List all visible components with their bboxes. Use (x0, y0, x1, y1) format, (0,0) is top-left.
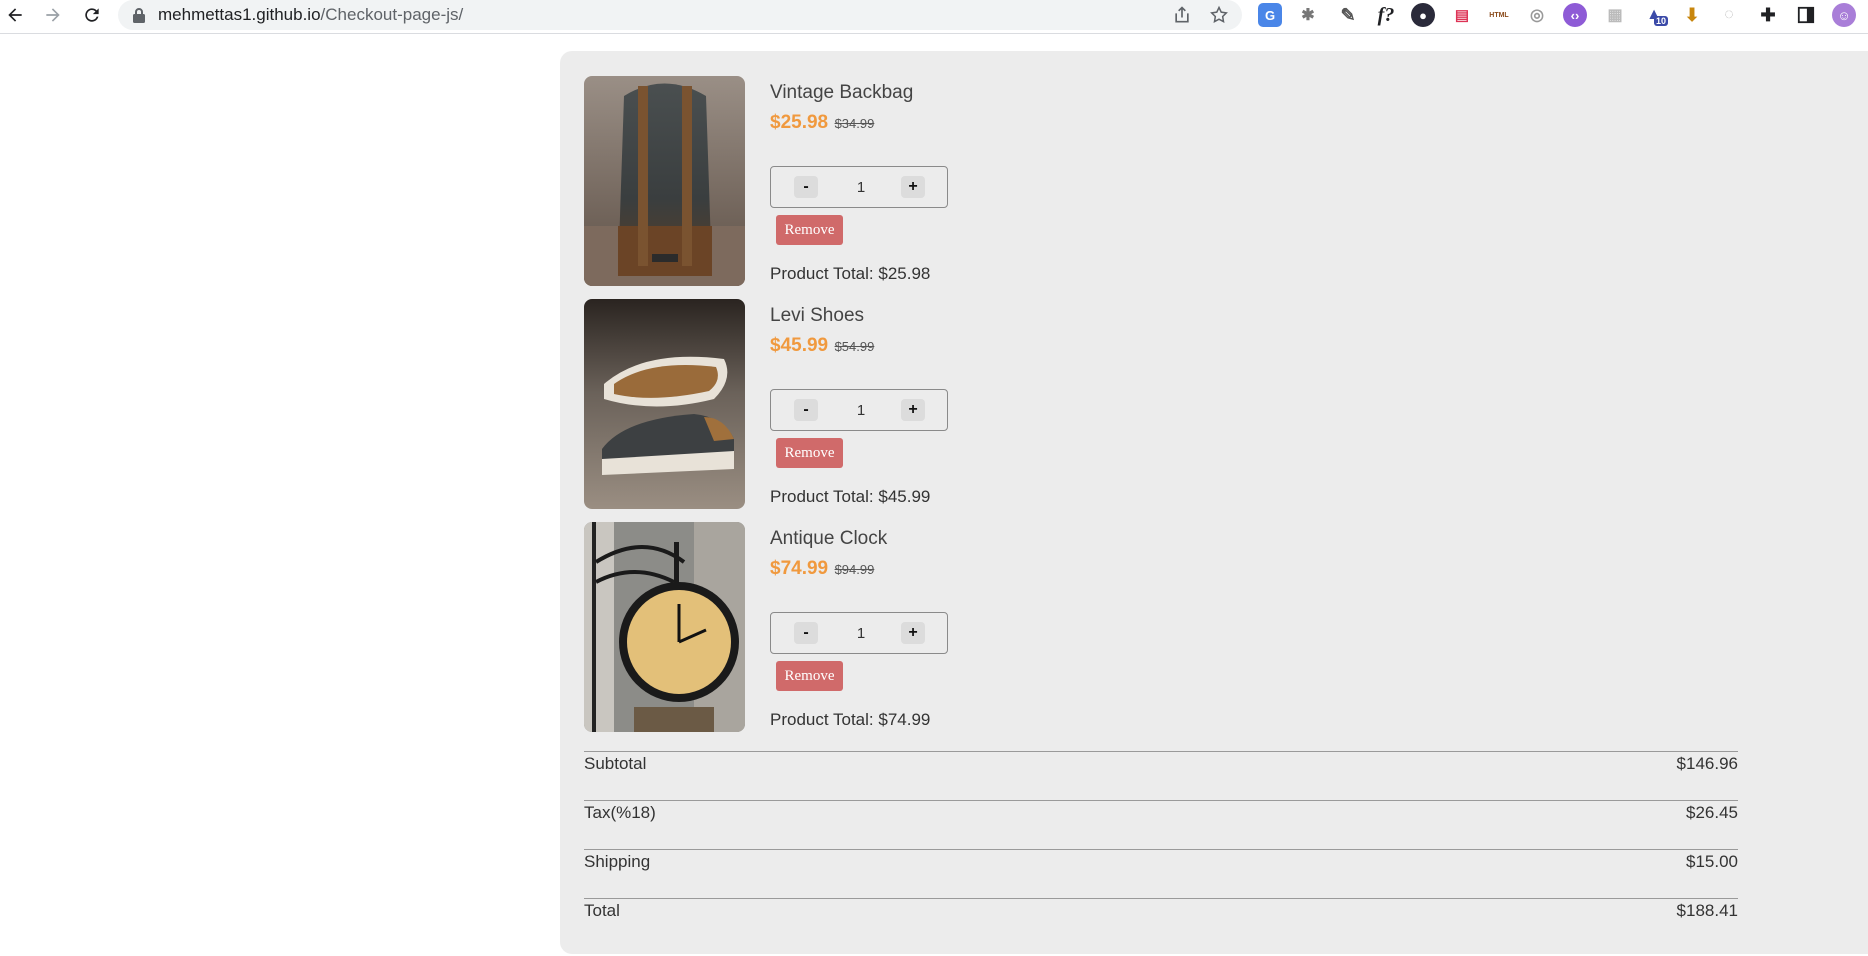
compass-extension-icon[interactable]: ◎ (1525, 3, 1549, 27)
profile-avatar-icon[interactable]: ☺ (1832, 3, 1856, 27)
product-price: $45.99 (770, 335, 829, 356)
decrease-quantity-button[interactable]: - (794, 399, 818, 421)
subtotal-value: $146.96 (1676, 754, 1738, 773)
decrease-quantity-button[interactable]: - (794, 176, 818, 198)
address-bar[interactable]: mehmettas1.github.io/Checkout-page-js/ (118, 0, 1242, 30)
subtotal-label: Subtotal (584, 754, 647, 773)
share-icon[interactable] (1172, 5, 1192, 25)
forward-arrow-icon[interactable] (40, 2, 66, 28)
increase-quantity-button[interactable]: + (901, 622, 925, 644)
side-panel-icon[interactable] (1794, 3, 1818, 27)
ninja-extension-icon[interactable]: ● (1411, 3, 1435, 27)
tax-row: Tax(%18) $26.45 (584, 800, 1738, 848)
font-finder-extension-icon[interactable]: f? (1374, 3, 1398, 27)
download-extension-icon[interactable]: ⬇ (1680, 3, 1704, 27)
price-row: $74.99 $94.99 (770, 558, 874, 580)
product-total: Product Total: $25.98 (770, 264, 931, 283)
translate-extension-icon[interactable]: G (1258, 3, 1282, 27)
total-label: Total (584, 901, 620, 920)
product-card: Vintage Backbag $25.98 $34.99 - 1 + Remo… (584, 76, 1384, 288)
shipping-value: $15.00 (1686, 852, 1738, 871)
product-name: Levi Shoes (770, 305, 865, 326)
total-value: $188.41 (1676, 901, 1738, 920)
tax-value: $26.45 (1686, 803, 1738, 822)
quantity-value: 1 (856, 179, 866, 196)
html-extension-label: HTML (1489, 11, 1509, 19)
reload-icon[interactable] (79, 2, 105, 28)
quantity-stepper: - 1 + (770, 389, 948, 431)
product-price: $74.99 (770, 558, 829, 579)
url-path: /Checkout-page-js/ (320, 5, 464, 24)
eyedropper-extension-icon[interactable]: ✎ (1336, 3, 1360, 27)
product-old-price: $54.99 (834, 339, 875, 354)
product-old-price: $34.99 (834, 116, 875, 131)
price-row: $25.98 $34.99 (770, 112, 874, 134)
quantity-stepper: - 1 + (770, 166, 948, 208)
calendar-extension-icon[interactable]: ▤ (1450, 3, 1474, 27)
bug-extension-icon[interactable]: ✱ (1296, 3, 1320, 27)
product-old-price: $94.99 (834, 562, 875, 577)
total-row: Total $188.41 (584, 898, 1738, 946)
remove-button[interactable]: Remove (776, 438, 843, 468)
subtotal-row: Subtotal $146.96 (584, 751, 1738, 799)
increase-quantity-button[interactable]: + (901, 176, 925, 198)
remove-button[interactable]: Remove (776, 661, 843, 691)
back-arrow-icon[interactable] (2, 2, 28, 28)
bookmark-star-icon[interactable] (1209, 5, 1229, 25)
increase-quantity-button[interactable]: + (901, 399, 925, 421)
product-total: Product Total: $45.99 (770, 487, 931, 506)
shipping-label: Shipping (584, 852, 651, 871)
graduation-extension-icon[interactable]: ▲ 10 (1642, 3, 1669, 27)
product-card: Levi Shoes $45.99 $54.99 - 1 + Remove Pr… (584, 299, 1384, 511)
price-row: $45.99 $54.99 (770, 335, 874, 357)
quantity-value: 1 (856, 625, 866, 642)
url-text: mehmettas1.github.io/Checkout-page-js/ (158, 5, 463, 25)
url-host: mehmettas1.github.io (158, 5, 321, 24)
grid-extension-icon[interactable]: ▦ (1603, 3, 1627, 27)
decrease-quantity-button[interactable]: - (794, 622, 818, 644)
browser-toolbar: mehmettas1.github.io/Checkout-page-js/ G… (0, 0, 1868, 34)
timer-extension-icon[interactable]: ◌ (1717, 3, 1741, 27)
product-name: Vintage Backbag (770, 82, 914, 103)
shipping-row: Shipping $15.00 (584, 849, 1738, 897)
tax-label: Tax(%18) (584, 803, 656, 822)
product-price: $25.98 (770, 112, 829, 133)
lock-icon (133, 8, 145, 23)
remove-button[interactable]: Remove (776, 215, 843, 245)
puzzle-extensions-icon[interactable]: ✚ (1756, 3, 1780, 27)
backpack-image (584, 76, 745, 286)
quantity-value: 1 (856, 402, 866, 419)
clock-image (584, 522, 745, 732)
product-name: Antique Clock (770, 528, 888, 549)
html-extension-icon[interactable]: HTML (1487, 3, 1511, 27)
extension-badge: 10 (1654, 16, 1669, 26)
shoes-image (584, 299, 745, 509)
product-card: Antique Clock $74.99 $94.99 - 1 + Remove… (584, 522, 1384, 734)
quantity-stepper: - 1 + (770, 612, 948, 654)
code-extension-icon[interactable]: ‹› (1563, 3, 1587, 27)
product-total: Product Total: $74.99 (770, 710, 931, 729)
